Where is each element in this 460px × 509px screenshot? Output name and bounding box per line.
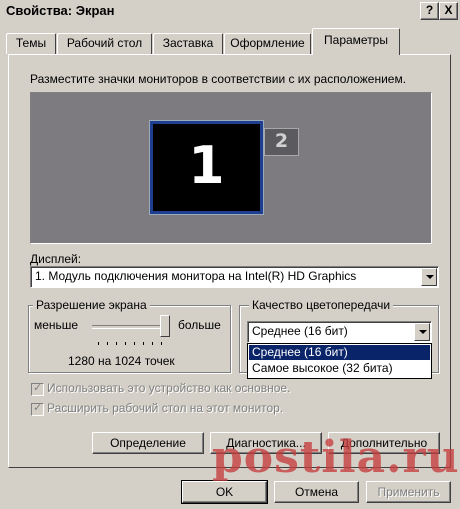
- apply-button[interactable]: Применить: [366, 481, 451, 503]
- display-select-value: 1. Модуль подключения монитора на Intel(…: [35, 269, 357, 283]
- color-quality-option[interactable]: Среднее (16 бит): [249, 345, 430, 360]
- resolution-slider-track[interactable]: [92, 325, 168, 329]
- resolution-less-label: меньше: [34, 318, 79, 332]
- resolution-more-label: больше: [178, 318, 221, 332]
- display-select[interactable]: 1. Модуль подключения монитора на Intel(…: [30, 266, 439, 288]
- resolution-slider-thumb[interactable]: [160, 315, 170, 337]
- tab-themes[interactable]: Темы: [6, 33, 56, 54]
- monitor-1-icon[interactable]: 1: [150, 121, 263, 214]
- display-label: Дисплей:: [30, 252, 82, 266]
- monitor-2-icon[interactable]: 2: [264, 128, 299, 156]
- help-button[interactable]: ?: [420, 2, 439, 20]
- color-quality-option[interactable]: Самое высокое (32 бита): [249, 361, 430, 376]
- resolution-group-label: Разрешение экрана: [33, 298, 150, 312]
- tab-appearance[interactable]: Оформление: [224, 33, 311, 54]
- extend-desktop-label: Расширить рабочий стол на этот монитор.: [47, 401, 284, 415]
- tab-desktop[interactable]: Рабочий стол: [57, 33, 152, 54]
- color-quality-dropdown-list: Среднее (16 бит) Самое высокое (32 бита): [247, 343, 432, 379]
- chevron-down-icon[interactable]: [414, 323, 430, 341]
- color-quality-select[interactable]: Среднее (16 бит): [247, 321, 432, 343]
- monitor-1-number: 1: [188, 136, 225, 196]
- primary-device-checkbox[interactable]: [31, 381, 44, 396]
- extend-desktop-checkbox[interactable]: [31, 401, 44, 416]
- identify-button[interactable]: Определение: [92, 432, 204, 454]
- chevron-down-icon[interactable]: [421, 268, 437, 286]
- ok-button[interactable]: OK: [181, 480, 268, 504]
- resolution-slider-ticks: [98, 342, 168, 345]
- watermark-text: postila.ru: [212, 432, 460, 483]
- tab-screensaver[interactable]: Заставка: [153, 33, 223, 54]
- resolution-value: 1280 на 1024 точек: [68, 354, 175, 368]
- primary-device-label: Использовать это устройство как основное…: [47, 381, 291, 395]
- cancel-button[interactable]: Отмена: [274, 481, 359, 503]
- color-quality-group-label: Качество цветопередачи: [249, 298, 394, 312]
- close-button[interactable]: X: [439, 2, 458, 20]
- tab-settings[interactable]: Параметры: [312, 28, 400, 55]
- color-quality-select-value: Среднее (16 бит): [252, 324, 348, 338]
- window-title: Свойства: Экран: [6, 3, 115, 18]
- monitor-2-number: 2: [274, 130, 289, 152]
- instruction-text: Разместите значки мониторов в соответств…: [30, 72, 407, 86]
